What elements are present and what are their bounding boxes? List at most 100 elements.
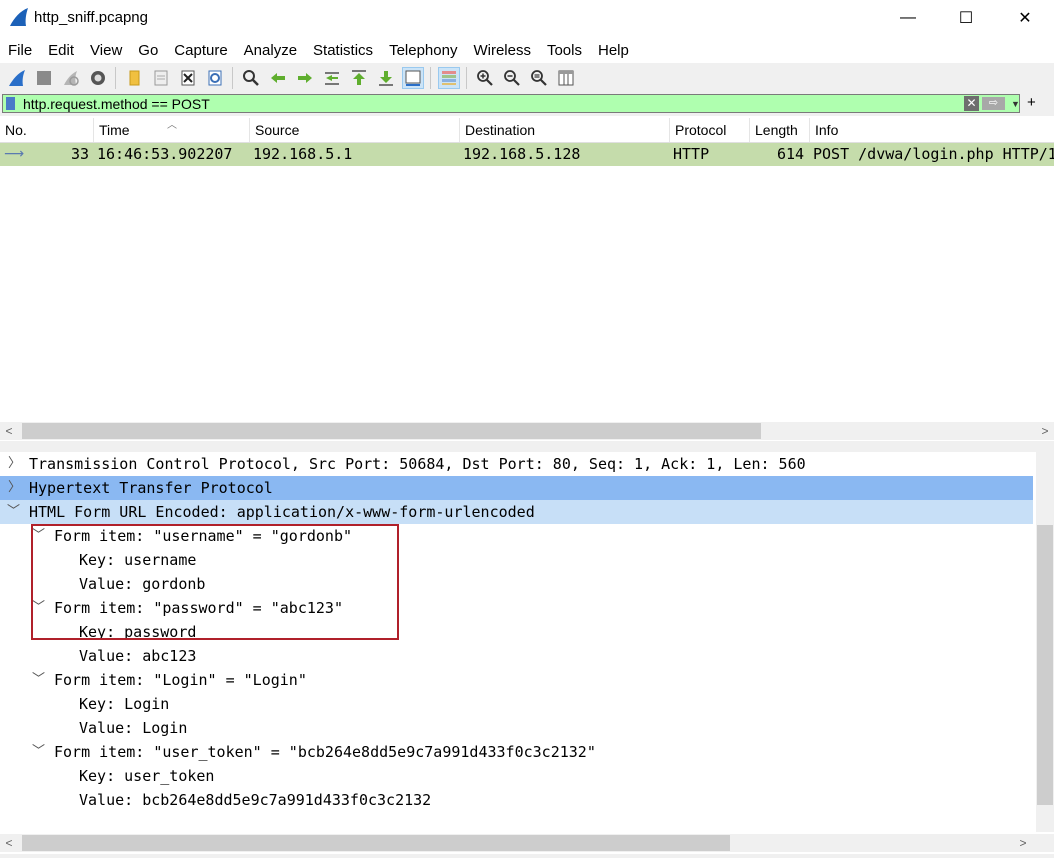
related-packet-icon: ⟶ (4, 146, 25, 162)
maximize-button[interactable]: ☐ (937, 0, 995, 36)
filter-bookmark-icon[interactable] (6, 97, 15, 110)
go-last-icon[interactable] (375, 67, 397, 89)
restart-icon[interactable] (60, 67, 82, 89)
details-hscrollbar[interactable]: < > (0, 834, 1054, 852)
tree-row-form[interactable]: ﹀ HTML Form URL Encoded: application/x-w… (0, 500, 1033, 524)
find-packet-icon[interactable] (240, 67, 262, 89)
clear-filter-icon[interactable]: ✕ (964, 96, 979, 111)
menu-help[interactable]: Help (590, 38, 637, 63)
stop-icon[interactable] (33, 67, 55, 89)
collapse-arrow-icon[interactable]: ﹀ (7, 500, 20, 524)
column-header-info[interactable]: Info (810, 118, 1054, 142)
scroll-left-icon[interactable]: < (0, 422, 18, 440)
autoscroll-icon[interactable] (401, 67, 424, 89)
toolbar-separator (430, 67, 431, 89)
save-file-icon[interactable] (150, 67, 172, 89)
form-item-value: Value: bcb264e8dd5e9c7a991d433f0c3c2132 (79, 791, 432, 809)
scroll-left-icon[interactable]: < (0, 834, 18, 852)
close-button[interactable]: ✕ (996, 0, 1054, 36)
toolbar-separator (232, 67, 233, 89)
wireshark-fin-icon (8, 6, 30, 28)
column-header-length[interactable]: Length (750, 118, 810, 142)
scroll-thumb[interactable] (22, 423, 761, 439)
menu-edit[interactable]: Edit (40, 38, 82, 63)
filter-history-dropdown-icon[interactable]: ▼ (1011, 96, 1020, 112)
open-folder-icon[interactable] (123, 67, 145, 89)
options-gear-icon[interactable] (87, 67, 109, 89)
menu-wireless[interactable]: Wireless (465, 38, 539, 63)
menu-bar: File Edit View Go Capture Analyze Statis… (0, 38, 1054, 63)
reload-icon[interactable] (204, 67, 226, 89)
menu-telephony[interactable]: Telephony (381, 38, 465, 63)
go-to-packet-icon[interactable] (321, 67, 343, 89)
display-filter-input[interactable]: http.request.method == POST ✕ ⇨ ▼ (2, 94, 1020, 113)
display-filter-bar: http.request.method == POST ✕ ⇨ ▼ + (0, 93, 1054, 116)
packet-no: 33 (71, 145, 90, 163)
scroll-thumb[interactable] (1037, 525, 1053, 805)
add-filter-button-icon[interactable]: + (1027, 95, 1036, 111)
tree-row-tcp[interactable]: 〉 Transmission Control Protocol, Src Por… (0, 452, 1033, 476)
form-item-key: Key: Login (79, 695, 170, 713)
packet-length: 614 (777, 145, 805, 163)
minimize-button[interactable]: — (879, 0, 937, 36)
packet-list-header: No. Time ︿ Source Destination Protocol L… (0, 118, 1054, 143)
menu-tools[interactable]: Tools (539, 38, 590, 63)
packet-list-hscrollbar[interactable]: < > (0, 422, 1054, 440)
form-item-value: Value: Login (79, 719, 188, 737)
sort-ascending-icon: ︿ (167, 120, 177, 131)
tree-label-form: HTML Form URL Encoded: application/x-www… (29, 503, 535, 521)
column-header-destination[interactable]: Destination (460, 118, 670, 142)
tree-row-form-value[interactable]: Value: Login (0, 716, 1033, 740)
scroll-right-icon[interactable]: > (1014, 834, 1032, 852)
tree-row-form-value[interactable]: Value: abc123 (0, 644, 1033, 668)
credential-highlight-box (31, 524, 399, 640)
packet-time: 16:46:53.902207 (97, 145, 233, 163)
colorize-icon[interactable] (437, 67, 460, 89)
expand-arrow-icon[interactable]: 〉 (8, 452, 21, 476)
column-header-no[interactable]: No. (0, 118, 94, 142)
go-forward-icon[interactable] (294, 67, 316, 89)
shark-fin-start-icon[interactable] (6, 67, 28, 89)
toolbar-separator (466, 67, 467, 89)
collapse-arrow-icon[interactable]: ﹀ (32, 668, 45, 692)
menu-view[interactable]: View (82, 38, 130, 63)
menu-statistics[interactable]: Statistics (305, 38, 381, 63)
menu-capture[interactable]: Capture (166, 38, 235, 63)
tree-row-http[interactable]: 〉 Hypertext Transfer Protocol (0, 476, 1033, 500)
tree-row-form-value[interactable]: Value: bcb264e8dd5e9c7a991d433f0c3c2132 (0, 788, 1033, 812)
resize-columns-icon[interactable] (555, 67, 577, 89)
scroll-thumb[interactable] (22, 835, 730, 851)
go-back-icon[interactable] (267, 67, 289, 89)
column-header-source[interactable]: Source (250, 118, 460, 142)
menu-analyze[interactable]: Analyze (236, 38, 305, 63)
apply-filter-icon[interactable]: ⇨ (982, 97, 1005, 110)
pane-splitter[interactable] (0, 441, 1054, 452)
tree-label-http: Hypertext Transfer Protocol (29, 479, 273, 497)
title-bar: http_sniff.pcapng — ☐ ✕ (0, 0, 1054, 38)
tree-row-form-item[interactable]: ﹀ Form item: "Login" = "Login" (0, 668, 1033, 692)
zoom-in-icon[interactable] (474, 67, 496, 89)
packet-row[interactable]: ⟶ 33 16:46:53.902207 192.168.5.1 192.168… (0, 143, 1054, 166)
packet-list-empty-area (0, 166, 1054, 422)
tree-row-form-key[interactable]: Key: user_token (0, 764, 1033, 788)
column-header-protocol[interactable]: Protocol (670, 118, 750, 142)
menu-file[interactable]: File (0, 38, 40, 63)
packet-details-tree: 〉 Transmission Control Protocol, Src Por… (0, 452, 1036, 832)
packet-info: POST /dvwa/login.php HTTP/1.1 (applicati… (813, 145, 1054, 163)
zoom-out-icon[interactable] (501, 67, 523, 89)
toolbar-separator (115, 67, 116, 89)
expand-arrow-icon[interactable]: 〉 (8, 476, 21, 500)
menu-go[interactable]: Go (130, 38, 166, 63)
go-first-icon[interactable] (348, 67, 370, 89)
form-item-header: Form item: "Login" = "Login" (54, 671, 307, 689)
tree-row-form-key[interactable]: Key: Login (0, 692, 1033, 716)
main-toolbar (0, 63, 1054, 93)
window-title: http_sniff.pcapng (34, 9, 148, 26)
display-filter-text[interactable]: http.request.method == POST (23, 96, 210, 112)
close-file-icon[interactable] (177, 67, 199, 89)
zoom-normal-icon[interactable] (528, 67, 550, 89)
scroll-right-icon[interactable]: > (1036, 422, 1054, 440)
collapse-arrow-icon[interactable]: ﹀ (32, 740, 45, 764)
tree-row-form-item[interactable]: ﹀ Form item: "user_token" = "bcb264e8dd5… (0, 740, 1033, 764)
details-vscrollbar[interactable] (1036, 452, 1054, 832)
